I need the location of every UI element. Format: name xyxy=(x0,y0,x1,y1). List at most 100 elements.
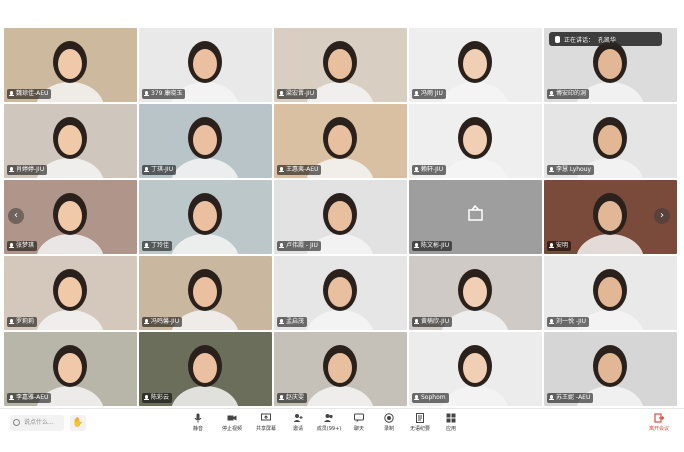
participant-video-tile[interactable]: 冯雨 JIU xyxy=(409,28,542,102)
mic-icon xyxy=(279,243,284,249)
participant-name-tag: 陈文彬-JIU xyxy=(412,241,453,251)
participant-name-tag: 罗莉莉 xyxy=(7,317,38,327)
mic-icon xyxy=(549,319,554,325)
participant-name: 379 康晓玉 xyxy=(151,90,183,97)
apps-button[interactable]: 应用 xyxy=(434,413,468,437)
mic-icon xyxy=(414,319,419,325)
participant-video-tile[interactable]: 陈文彬-JIU xyxy=(409,180,542,254)
participant-name: Sophom xyxy=(421,394,446,401)
participant-video-tile[interactable]: 孟启茂 xyxy=(274,256,407,330)
apps-icon xyxy=(446,413,456,423)
participant-video-tile[interactable]: 苏王妮 -AEU xyxy=(544,332,677,406)
participant-name: 卢伟霞 - JIU xyxy=(286,242,318,249)
participant-name-tag: 卢伟霞 - JIU xyxy=(277,241,321,251)
participant-name: 刘一悦 -JIU xyxy=(556,318,587,325)
invite-button[interactable]: 邀请 xyxy=(281,413,315,437)
participant-name-tag: 李慧 Lyhouy xyxy=(547,165,595,175)
participant-name: 陈文彬-JIU xyxy=(421,242,450,249)
participant-name-tag: 李嘉雅-AEU xyxy=(7,393,52,403)
participant-video-tile[interactable]: 陈彩云 xyxy=(139,332,272,406)
record-button[interactable]: 录制 xyxy=(372,413,406,437)
participant-video-tile[interactable]: 379 康晓玉 xyxy=(139,28,272,102)
next-page-button[interactable]: › xyxy=(654,208,670,224)
participant-name-tag: 张梦琪 xyxy=(7,241,38,251)
participant-name-tag: 孟启茂 xyxy=(277,317,308,327)
mic-icon xyxy=(549,91,554,97)
participant-name: 魏琼佳-AEU xyxy=(16,90,49,97)
speaking-prefix: 正在讲话： xyxy=(564,36,595,44)
participant-name: 张梦琪 xyxy=(16,242,35,249)
participant-name-tag: 赵庆雯 xyxy=(277,393,308,403)
mic-icon xyxy=(9,243,14,249)
participant-name-tag: 王惠夷-AEU xyxy=(277,165,322,175)
chat-icon xyxy=(354,413,364,423)
participant-video-tile[interactable]: 刘一悦 -JIU xyxy=(544,256,677,330)
hand-icon: ✋ xyxy=(72,418,84,428)
participant-name: 孟启茂 xyxy=(286,318,305,325)
participant-video-tile[interactable]: 赵庆雯 xyxy=(274,332,407,406)
participant-video-tile[interactable]: 王惠夷-AEU xyxy=(274,104,407,178)
participant-video-tile[interactable]: 李嘉雅-AEU xyxy=(4,332,137,406)
chat-button[interactable]: 聊天 xyxy=(342,413,376,437)
mic-icon xyxy=(9,167,14,173)
mic-button[interactable]: 静音 xyxy=(181,413,215,437)
participant-name: 李慧 Lyhouy xyxy=(556,166,592,173)
mic-icon xyxy=(279,395,284,401)
participant-video-tile[interactable]: 肖婷婷-JIU xyxy=(4,104,137,178)
participant-name-tag: 379 康晓玉 xyxy=(142,89,186,99)
mic-icon xyxy=(555,35,560,43)
participant-video-tile[interactable]: 冯鸣馨-JIU xyxy=(139,256,272,330)
members-icon xyxy=(324,414,333,422)
participant-name: 冯雨 JIU xyxy=(421,90,443,97)
mic-icon xyxy=(144,167,149,173)
participant-video-tile[interactable]: 黄楠欣-JIU xyxy=(409,256,542,330)
participant-name-tag: 安明 xyxy=(547,241,572,251)
participant-video-tile[interactable]: 丁琪-JIU xyxy=(139,104,272,178)
mic-icon xyxy=(144,91,149,97)
participant-video-tile[interactable]: 赖轩-JIU xyxy=(409,104,542,178)
participant-video-tile[interactable]: 魏琼佳-AEU xyxy=(4,28,137,102)
toolbar-button-label: 停止视频 xyxy=(221,426,242,432)
mic-icon xyxy=(279,167,284,173)
participant-video-tile[interactable]: Sophom xyxy=(409,332,542,406)
mic-icon xyxy=(414,243,419,249)
participant-name: 肖婷婷-JIU xyxy=(16,166,45,173)
share-screen-button[interactable]: 共享屏幕 xyxy=(249,413,283,437)
participant-video-tile[interactable]: 罗莉莉 xyxy=(4,256,137,330)
camera-button[interactable]: 停止视频 xyxy=(215,413,249,437)
exit-icon xyxy=(654,413,664,423)
notes-icon xyxy=(416,413,424,423)
meeting-toolbar: 说点什么... ✋ 静音 停止视频 共享屏幕 邀请 成员(99+) 聊天 录制 无语纪要 应用 … xyxy=(0,408,684,439)
chevron-right-icon: › xyxy=(660,210,664,221)
participant-video-tile[interactable]: 丁玲佳 xyxy=(139,180,272,254)
record-icon xyxy=(384,413,394,423)
leave-meeting-button[interactable]: 离开会议 xyxy=(642,413,676,437)
chat-input[interactable]: 说点什么... xyxy=(10,415,64,431)
mic-icon xyxy=(144,243,149,249)
participant-name: 赵庆雯 xyxy=(286,394,305,401)
toolbar-button-label: 聊天 xyxy=(353,426,364,432)
participant-name: 苏王妮 -AEU xyxy=(556,394,591,401)
participant-name: 丁琪-JIU xyxy=(151,166,174,173)
notes-button[interactable]: 无语纪要 xyxy=(403,413,437,437)
participant-name-tag: 冯鸣馨-JIU xyxy=(142,317,183,327)
speaking-name: 孔凯华 xyxy=(598,36,617,44)
participant-video-tile[interactable]: 梁宏晋-JIU xyxy=(274,28,407,102)
participant-name: 李嘉雅-AEU xyxy=(16,394,49,401)
mic-icon xyxy=(9,395,14,401)
chat-placeholder: 说点什么... xyxy=(24,419,54,426)
share-screen-icon xyxy=(261,413,271,421)
participant-video-tile[interactable]: 卢伟霞 - JIU xyxy=(274,180,407,254)
mic-icon xyxy=(414,395,419,401)
members-button[interactable]: 成员(99+) xyxy=(312,413,346,437)
participant-name: 梁宏晋-JIU xyxy=(286,90,315,97)
toolbar-button-label: 共享屏幕 xyxy=(255,426,276,432)
mic-icon xyxy=(549,167,554,173)
raise-hand-button[interactable]: ✋ xyxy=(70,415,86,431)
participant-video-tile[interactable]: 李慧 Lyhouy xyxy=(544,104,677,178)
participant-video-tile[interactable]: 张梦琪 xyxy=(4,180,137,254)
toolbar-button-label: 录制 xyxy=(383,426,394,432)
participant-name-tag: 冯雨 JIU xyxy=(412,89,446,99)
invite-icon xyxy=(293,414,303,422)
previous-page-button[interactable]: ‹ xyxy=(8,208,24,224)
